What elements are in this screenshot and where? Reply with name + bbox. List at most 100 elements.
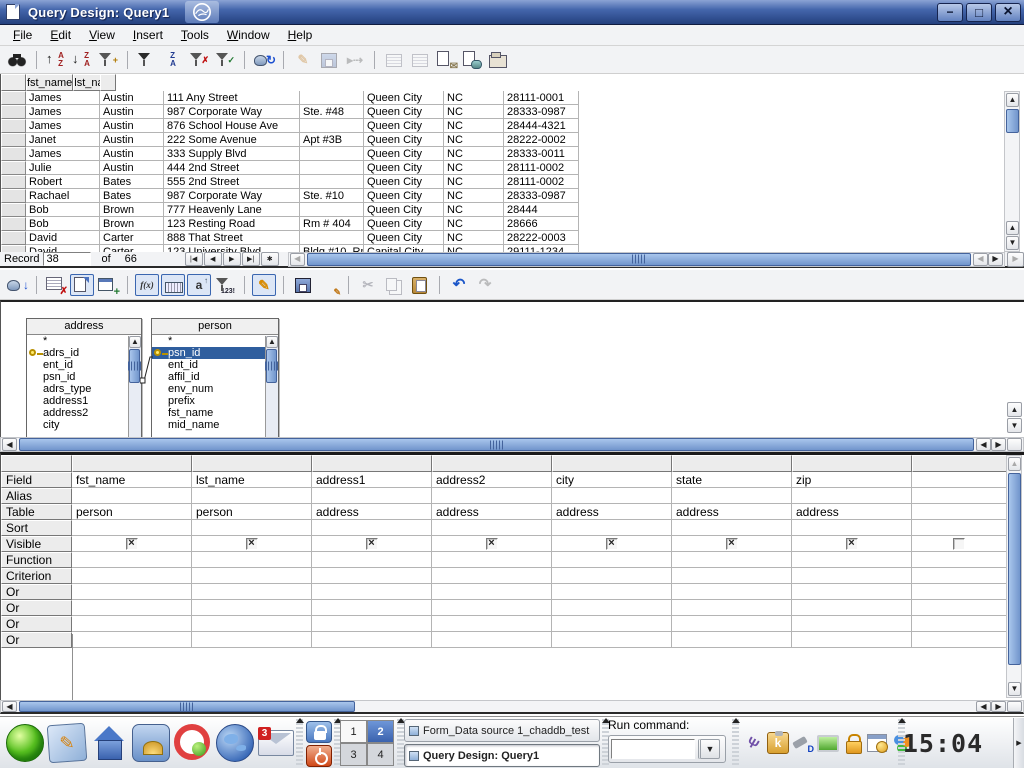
clear-query-icon[interactable]: ✗ <box>44 274 68 296</box>
sort-cell[interactable] <box>432 520 552 536</box>
or-cell[interactable] <box>792 600 912 616</box>
scroll-right-icon[interactable]: ▶ <box>988 253 1003 266</box>
table-field[interactable]: adrs_id <box>27 347 128 359</box>
visible-checkbox[interactable] <box>246 538 258 550</box>
sort-cell[interactable] <box>312 520 432 536</box>
undo-icon[interactable]: ↶ <box>447 274 471 296</box>
table-box-address[interactable]: address * adrs_id ent_id <box>26 318 142 437</box>
or-cell[interactable] <box>672 616 792 632</box>
or-cell[interactable] <box>672 584 792 600</box>
or-cell[interactable] <box>552 600 672 616</box>
row-header[interactable] <box>1 147 26 161</box>
scroll-down-icon[interactable]: ▼ <box>1008 682 1021 696</box>
criterion-cell[interactable] <box>552 568 672 584</box>
grid-cell[interactable]: 28111-0001 <box>504 91 579 105</box>
table-cell[interactable]: address <box>792 504 912 520</box>
grid-cell[interactable]: 28222-0003 <box>504 231 579 245</box>
scroll-up-icon[interactable]: ▲ <box>1006 93 1019 107</box>
grid-cell[interactable]: Robert <box>26 175 100 189</box>
table-field[interactable]: affil_id <box>152 371 265 383</box>
modem-disconnected-icon[interactable]: D <box>792 732 814 754</box>
grid-cell[interactable]: Austin <box>100 91 164 105</box>
grid-cell[interactable]: Austin <box>100 119 164 133</box>
alias-cell[interactable] <box>912 488 1007 504</box>
grid-cell[interactable]: Brown <box>100 217 164 231</box>
or-cell[interactable] <box>312 632 432 648</box>
find-record-icon[interactable] <box>5 49 29 71</box>
display-icon[interactable] <box>817 735 839 752</box>
grid-cell[interactable]: NC <box>444 147 504 161</box>
scroll-thumb[interactable] <box>1006 109 1019 133</box>
redo-icon[interactable]: ↷ <box>473 274 497 296</box>
or-cell[interactable] <box>912 616 1007 632</box>
design-column-header[interactable] <box>192 455 312 472</box>
or-cell[interactable] <box>432 616 552 632</box>
or-cell[interactable] <box>552 616 672 632</box>
grid-cell[interactable]: 28333-0011 <box>504 147 579 161</box>
edit-data-icon[interactable]: ✎ <box>291 49 315 71</box>
distinct-values-icon[interactable]: 123! <box>213 274 237 296</box>
apply-filter-icon[interactable]: ✓ <box>213 49 237 71</box>
grid-cell[interactable]: Queen City <box>364 161 444 175</box>
remove-filter-icon[interactable]: ✗ <box>187 49 211 71</box>
next-record-button[interactable]: ▶ <box>223 252 241 266</box>
alias-cell[interactable] <box>72 488 192 504</box>
grid-cell[interactable]: Austin <box>100 147 164 161</box>
scroll-left-icon[interactable]: ◀ <box>973 253 988 266</box>
scroll-up-icon[interactable]: ▲ <box>129 336 141 348</box>
first-record-button[interactable]: |◀ <box>185 252 203 266</box>
grid-cell[interactable]: Janet <box>26 133 100 147</box>
menu-item[interactable]: Tools <box>172 26 218 44</box>
grid-cell[interactable]: Queen City <box>364 217 444 231</box>
visible-checkbox[interactable] <box>486 538 498 550</box>
function-cell[interactable] <box>552 552 672 568</box>
grid-cell[interactable]: 28111-0002 <box>504 161 579 175</box>
klipper-icon[interactable]: k <box>767 732 789 754</box>
grid-cell[interactable]: Bob <box>26 217 100 231</box>
grid-cell[interactable]: David <box>26 245 100 252</box>
visible-checkbox[interactable] <box>846 538 858 550</box>
design-column-header[interactable] <box>552 455 672 472</box>
or-cell[interactable] <box>192 600 312 616</box>
desktop-cell[interactable]: 3 <box>340 743 367 766</box>
grid-cell[interactable]: Queen City <box>364 147 444 161</box>
scroll-up-icon[interactable]: ▲ <box>1008 457 1021 471</box>
grid-cell[interactable]: Queen City <box>364 91 444 105</box>
alias-cell[interactable] <box>312 488 432 504</box>
grid-cell[interactable]: NC <box>444 203 504 217</box>
field-cell[interactable]: lst_name <box>192 472 312 488</box>
table-cell[interactable]: person <box>192 504 312 520</box>
grid-cell[interactable]: 876 School House Ave <box>164 119 300 133</box>
grid-cell[interactable]: Rachael <box>26 189 100 203</box>
result-grid-vscrollbar[interactable]: ▲ ▲ ▼ <box>1004 91 1020 252</box>
scroll-up-icon[interactable]: ▲ <box>1006 221 1019 235</box>
window-icon[interactable] <box>6 4 20 20</box>
or-cell[interactable] <box>312 600 432 616</box>
close-button[interactable] <box>995 3 1021 22</box>
grid-cell[interactable]: Ste. #48 <box>300 105 364 119</box>
logout-icon[interactable] <box>306 745 332 767</box>
row-header[interactable] <box>1 161 26 175</box>
or-cell[interactable] <box>912 632 1007 648</box>
sort-descending-icon[interactable]: Z A <box>70 49 94 71</box>
table-field[interactable]: address1 <box>27 395 128 407</box>
grid-cell[interactable]: Carter <box>100 245 164 252</box>
grid-cell[interactable]: 987 Corporate Way <box>164 189 300 203</box>
menu-item[interactable]: Edit <box>41 26 80 44</box>
criterion-cell[interactable] <box>432 568 552 584</box>
or-cell[interactable] <box>192 584 312 600</box>
function-cell[interactable] <box>792 552 912 568</box>
grid-cell[interactable]: NC <box>444 161 504 175</box>
grid-cell[interactable] <box>300 161 364 175</box>
field-cell[interactable] <box>912 472 1007 488</box>
field-cell[interactable]: fst_name <box>72 472 192 488</box>
design-area-scroll-buttons[interactable]: ▲ ▼ <box>1007 402 1022 433</box>
run-command-input[interactable] <box>611 739 695 759</box>
join-line[interactable] <box>140 350 153 390</box>
grid-cell[interactable]: Queen City <box>364 119 444 133</box>
grid-cell[interactable]: Bates <box>100 175 164 189</box>
scroll-left-icon[interactable]: ◀ <box>2 701 17 712</box>
function-cell[interactable] <box>192 552 312 568</box>
visible-checkbox[interactable] <box>953 538 965 550</box>
combo-dropdown-icon[interactable]: ▼ <box>698 739 720 759</box>
